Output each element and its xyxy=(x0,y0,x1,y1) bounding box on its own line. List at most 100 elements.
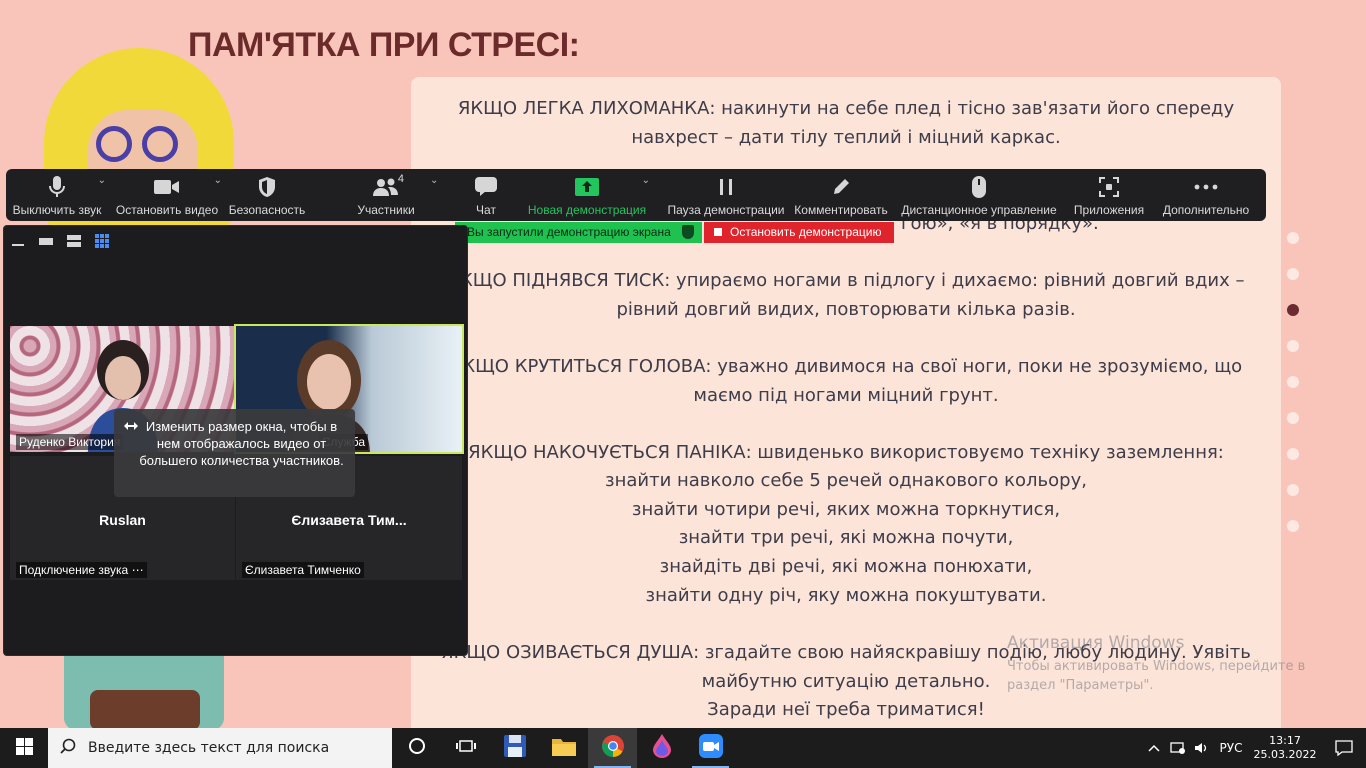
slide-nav-dot[interactable] xyxy=(1287,484,1299,496)
slide-nav-dot[interactable] xyxy=(1287,376,1299,388)
pencil-icon xyxy=(831,174,851,200)
input-language[interactable]: РУС xyxy=(1214,741,1248,755)
slide-nav-dot[interactable] xyxy=(1287,232,1299,244)
stop-share-button[interactable]: Остановить демонстрацию xyxy=(704,222,894,243)
resize-tooltip: Изменить размер окна, чтобы в нем отобра… xyxy=(114,409,355,497)
zoom-camera-icon xyxy=(698,734,723,762)
remote-control-label: Дистанционное управление xyxy=(901,203,1057,217)
memo-fever: ЯКЩО ЛЕГКА ЛИХОМАНКА: накинути на себе п… xyxy=(457,98,1235,148)
stop-video-label: Остановить видео xyxy=(115,203,219,217)
participants-label: Участники xyxy=(357,203,415,217)
show-hidden-icons-chevron-up-icon[interactable] xyxy=(1142,728,1166,768)
task-view-button[interactable] xyxy=(441,728,490,768)
folder-icon xyxy=(551,736,576,760)
mute-label: Выключить звук xyxy=(12,203,102,217)
memo-panic-step-1: знайти навколо себе 5 речей однакового к… xyxy=(605,470,1087,491)
pause-icon xyxy=(718,174,734,200)
new-share-label: Новая демонстрация xyxy=(527,203,647,217)
video-options-caret[interactable]: ⌄ xyxy=(214,175,222,186)
tooltip-text: Изменить размер окна, чтобы в нем отобра… xyxy=(139,419,344,468)
slide-nav-dot[interactable] xyxy=(1287,268,1299,280)
slide-nav-dot[interactable] xyxy=(1287,304,1299,316)
remote-control-button[interactable]: Дистанционное управление xyxy=(894,169,1064,221)
pause-share-label: Пауза демонстрации xyxy=(667,203,785,217)
participants-options-caret[interactable]: ⌄ xyxy=(424,169,448,221)
taskbar-app-file-explorer[interactable] xyxy=(539,728,588,768)
more-button[interactable]: Дополнительно xyxy=(1154,169,1258,221)
paint-drop-icon xyxy=(652,734,672,762)
memo-panic-step-2: знайти чотири речі, яких можна торкнутис… xyxy=(631,499,1061,520)
system-tray: РУС 13:17 25.03.2022 xyxy=(1142,728,1366,768)
chat-button[interactable]: Чат xyxy=(448,169,524,221)
taskbar-app-chrome[interactable] xyxy=(588,728,637,768)
sharing-status-text: Вы запустили демонстрацию экрана xyxy=(467,225,671,239)
mute-button[interactable]: ⌄ Выключить звук xyxy=(6,169,108,221)
slide-nav-dot[interactable] xyxy=(1287,520,1299,532)
apps-label: Приложения xyxy=(1073,203,1145,217)
video-camera-icon xyxy=(154,174,180,200)
mouse-icon xyxy=(972,174,986,200)
shield-icon xyxy=(257,174,277,200)
gallery-view-icon[interactable] xyxy=(95,234,109,248)
cortana-button[interactable] xyxy=(392,728,441,768)
share-status-bar: Вы запустили демонстрацию экрана Останов… xyxy=(455,222,894,243)
watermark-title: Активация Windows xyxy=(1007,633,1185,653)
pause-share-button[interactable]: Пауза демонстрации xyxy=(664,169,788,221)
mute-options-caret[interactable]: ⌄ xyxy=(98,175,106,186)
participant-name: Єлизавета Тимченко xyxy=(242,562,364,578)
apps-icon xyxy=(1099,174,1119,200)
taskbar-app-save[interactable] xyxy=(490,728,539,768)
annotate-button[interactable]: Комментировать xyxy=(788,169,894,221)
share-screen-icon xyxy=(575,174,599,200)
microphone-icon xyxy=(49,174,65,200)
slide-nav-dot[interactable] xyxy=(1287,340,1299,352)
resize-arrows-icon xyxy=(124,419,138,436)
participant-display-name: Єлизавета Тим... xyxy=(291,512,407,528)
slide-nav-dot[interactable] xyxy=(1287,412,1299,424)
stop-video-button[interactable]: ⌄ Остановить видео xyxy=(108,169,226,221)
windows-logo-icon xyxy=(15,737,33,759)
floppy-disk-icon xyxy=(503,735,526,761)
search-placeholder: Введите здесь текст для поиска xyxy=(88,740,330,756)
share-options-caret[interactable]: ⌄ xyxy=(642,175,650,186)
memo-panic-step-5: знайти одну річ, яку можна покуштувати. xyxy=(645,585,1047,606)
network-icon[interactable] xyxy=(1166,728,1190,768)
strip-view-icon[interactable] xyxy=(67,234,81,248)
taskbar-app-paint[interactable] xyxy=(637,728,686,768)
minimize-view-icon[interactable] xyxy=(11,234,25,248)
speaker-view-icon[interactable] xyxy=(39,234,53,248)
participants-button[interactable]: 4 Участники xyxy=(348,169,424,221)
task-view-icon xyxy=(455,738,476,758)
taskbar-search-box[interactable]: Введите здесь текст для поиска xyxy=(48,728,392,768)
memo-dizziness: ЯКЩО КРУТИТЬСЯ ГОЛОВА: уважно дивимося н… xyxy=(449,356,1243,406)
security-button[interactable]: Безопасность xyxy=(226,169,308,221)
sharing-status: Вы запустили демонстрацию экрана xyxy=(455,222,702,243)
slide-title: ПАМ'ЯТКА ПРИ СТРЕСІ: xyxy=(188,26,580,64)
apps-button[interactable]: Приложения xyxy=(1064,169,1154,221)
participant-name: Подключение звука ⋯ xyxy=(16,562,147,578)
participant-name: Руденко Виктория xyxy=(16,434,124,450)
clock[interactable]: 13:17 25.03.2022 xyxy=(1248,734,1322,762)
memo-panic-step-3: знайти три речі, які можна почути, xyxy=(678,527,1014,548)
memo-closing: Заради неї треба триматися! xyxy=(707,699,985,720)
windows-taskbar: Введите здесь текст для поиска РУС 13:17… xyxy=(0,728,1366,768)
search-icon xyxy=(60,738,76,758)
cortana-circle-icon xyxy=(408,737,426,759)
chat-label: Чат xyxy=(476,203,496,217)
chat-bubble-icon xyxy=(475,174,497,200)
stop-share-label: Остановить демонстрацию xyxy=(730,225,882,239)
clock-date: 25.03.2022 xyxy=(1253,748,1317,761)
start-button[interactable] xyxy=(0,728,48,768)
shield-icon xyxy=(682,225,694,239)
taskbar-app-zoom[interactable] xyxy=(686,728,735,768)
volume-icon[interactable] xyxy=(1190,728,1214,768)
memo-pressure: ЯКЩО ПІДНЯВСЯ ТИСК: упираємо ногами в пі… xyxy=(447,270,1245,320)
memo-panic-step-4: знайдіть дві речі, які можна понюхати, xyxy=(659,556,1033,577)
new-share-button[interactable]: ⌄ Новая демонстрация xyxy=(524,169,650,221)
notifications-icon[interactable] xyxy=(1322,728,1366,768)
security-label: Безопасность xyxy=(228,203,306,217)
view-switcher xyxy=(11,234,109,248)
annotate-label: Комментировать xyxy=(794,203,888,217)
slide-nav-dots xyxy=(1287,232,1303,556)
slide-nav-dot[interactable] xyxy=(1287,448,1299,460)
